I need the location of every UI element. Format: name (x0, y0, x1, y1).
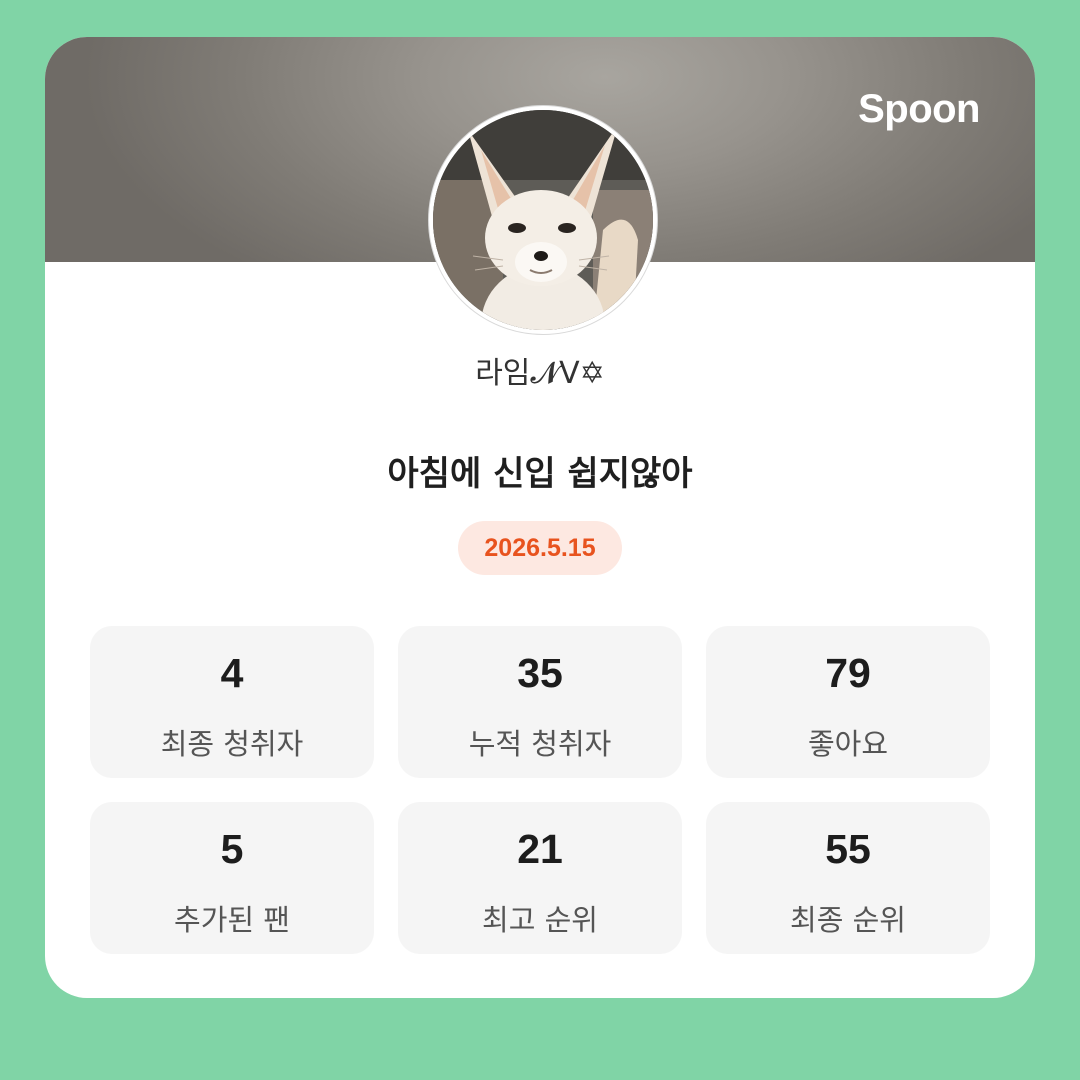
stats-card: Spoon 라임𝓝V✡ 아침에 신입 쉽지않아 2026.5.15 4 최종 청… (45, 37, 1035, 998)
stat-likes: 79 좋아요 (706, 626, 990, 778)
stat-value: 79 (825, 650, 871, 696)
spoon-logo: Spoon (858, 87, 980, 131)
stat-new-fans: 5 추가된 팬 (90, 802, 374, 954)
stat-value: 5 (220, 826, 244, 872)
stat-value: 4 (220, 650, 244, 696)
stat-best-rank: 21 최고 순위 (398, 802, 682, 954)
stat-final-listeners: 4 최종 청취자 (90, 626, 374, 778)
stats-grid: 4 최종 청취자 35 누적 청취자 79 좋아요 5 추가된 팬 21 최고 … (90, 626, 990, 954)
stat-total-listeners: 35 누적 청취자 (398, 626, 682, 778)
stat-label: 최종 순위 (790, 903, 906, 937)
stat-label: 추가된 팬 (174, 903, 290, 937)
date-badge: 2026.5.15 (458, 521, 622, 575)
stat-value: 21 (517, 826, 563, 872)
stat-label: 누적 청취자 (468, 727, 612, 761)
stat-value: 35 (517, 650, 563, 696)
stat-final-rank: 55 최종 순위 (706, 802, 990, 954)
avatar[interactable] (429, 106, 657, 334)
stat-label: 최고 순위 (482, 903, 598, 937)
fennec-fox-photo-icon (433, 110, 653, 330)
stat-value: 55 (825, 826, 871, 872)
nickname: 라임𝓝V✡ (475, 356, 605, 391)
stat-label: 최종 청취자 (160, 727, 304, 761)
stat-label: 좋아요 (807, 727, 889, 761)
broadcast-title: 아침에 신입 쉽지않아 (387, 454, 693, 494)
